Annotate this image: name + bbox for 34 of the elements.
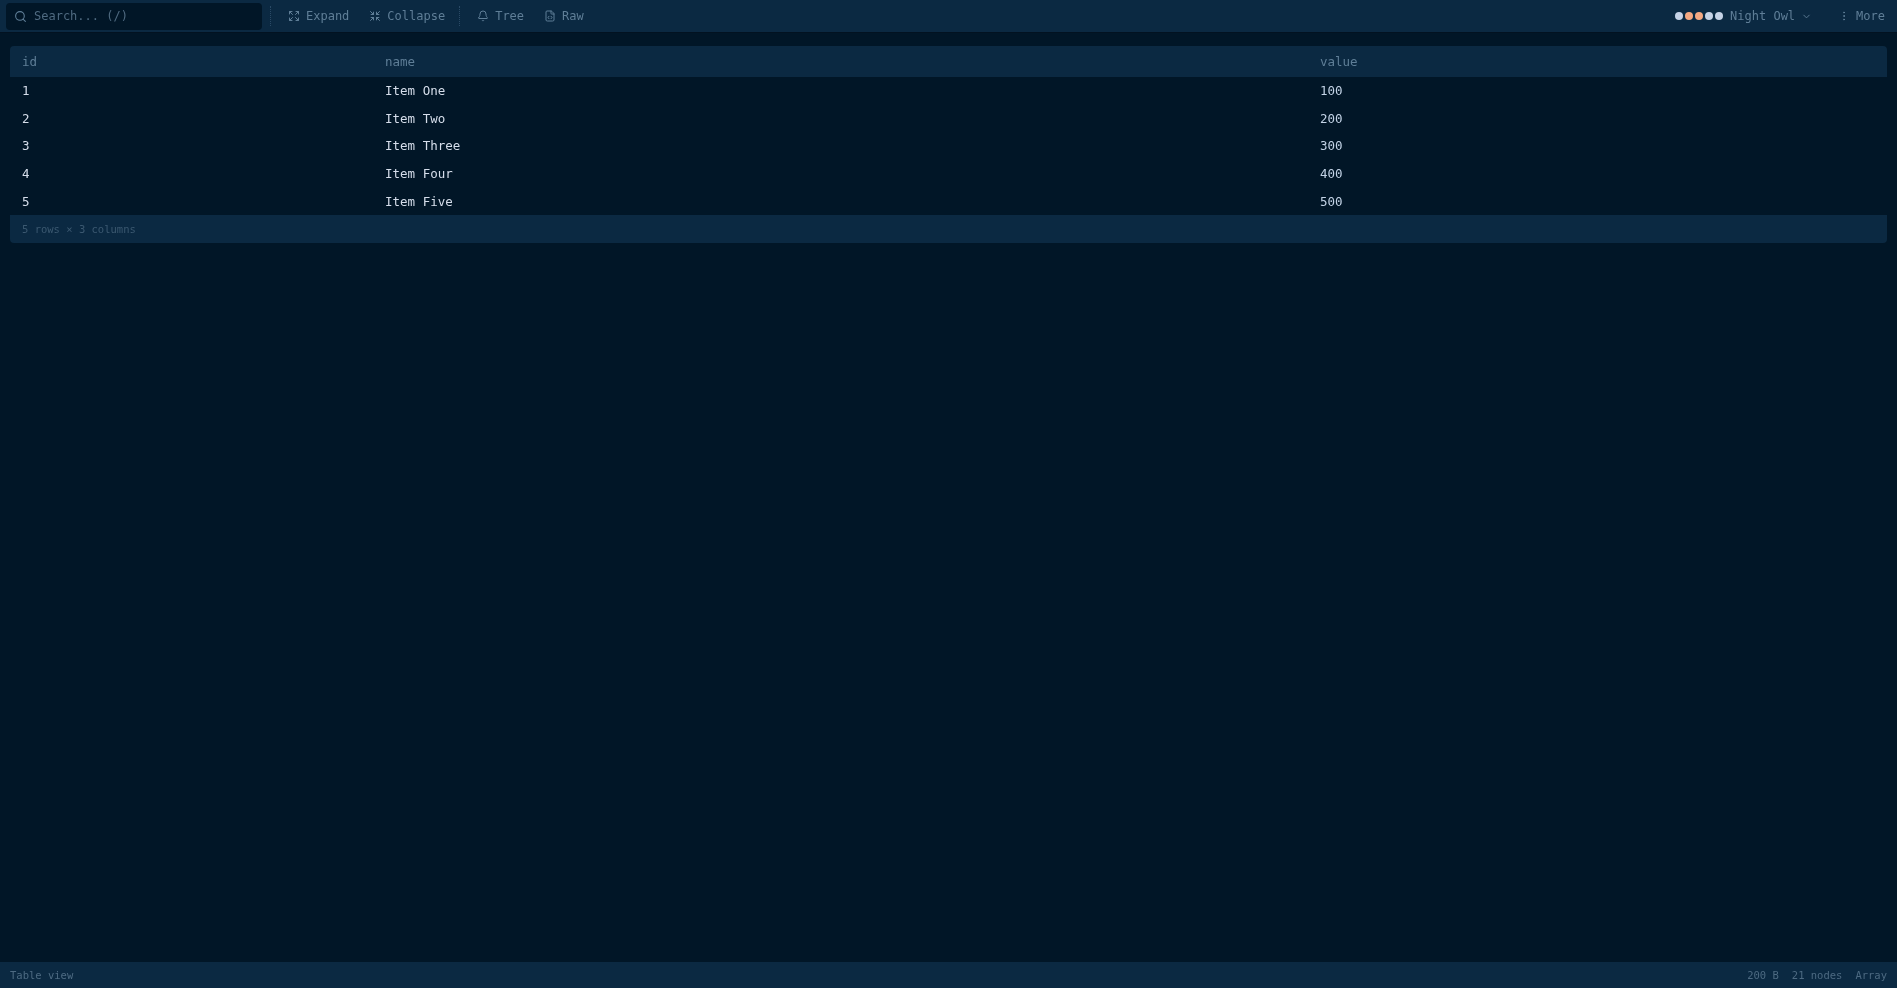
shrink-arrows-icon [369,10,382,22]
column-header: name [373,46,1308,77]
table-cell-text: 4 [21,165,31,184]
table-cell-text: 100 [1319,82,1344,101]
table-cell-text: 2 [21,109,31,128]
table-cell-text: 500 [1319,192,1344,211]
collapse-button[interactable]: Collapse [363,5,452,27]
table-cell-text: Item Five [384,192,454,211]
view-mode-label: Table view [10,969,74,981]
expand-arrows-icon [288,10,300,22]
status-text: Array [1855,969,1887,981]
more-button[interactable]: More [1832,5,1891,27]
table-cell-text: 1 [21,82,31,101]
search-field[interactable]: Search... (/) [6,2,262,30]
tree-button[interactable]: Tree [471,5,531,27]
status-text: 21 nodes [1791,969,1843,981]
table-cell-text: Item Three [384,137,462,156]
table-cell-text: 3 [21,137,31,156]
table-cell-text: Item Four [384,165,454,184]
table-cell-text: 300 [1319,137,1344,156]
bell-icon [477,10,490,22]
table-cell-text: 400 [1319,165,1344,184]
column-header: id [10,46,373,77]
table-cell-text: 5 [21,192,31,211]
file-code-icon [544,10,557,22]
expand-button[interactable]: Expand [282,5,356,27]
search-icon [14,9,27,23]
table-cell-text: Item Two [384,109,447,128]
theme-selector[interactable]: Night Owl [1669,5,1819,27]
column-header: value [1308,46,1887,77]
table-cell-text: Item One [384,82,447,101]
status-text: 200 B [1747,969,1779,981]
table-cell-text: 200 [1319,109,1344,128]
raw-button[interactable]: Raw [538,5,590,27]
